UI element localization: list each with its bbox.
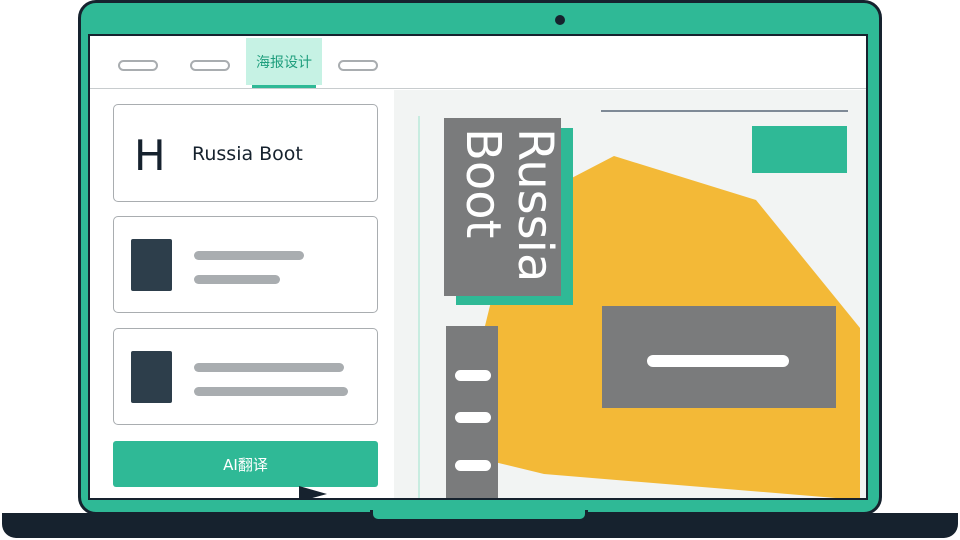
heading-icon: H <box>134 131 166 180</box>
ai-translate-button[interactable]: AI翻译 <box>113 441 378 487</box>
strip-placeholder-line <box>455 460 491 471</box>
title-text-card[interactable]: H Russia Boot <box>113 104 378 202</box>
poster-gray-block[interactable] <box>602 306 836 408</box>
poster-green-block[interactable] <box>752 126 847 173</box>
image-thumbnail <box>131 351 172 403</box>
guide-line-horizontal <box>601 110 848 112</box>
poster-title-text: Russia Boot <box>455 128 561 283</box>
image-thumbnail <box>131 239 172 291</box>
illustration: 海报设计 H Russia Boot AI翻译 Russia Boot <box>0 0 960 540</box>
text-placeholder-line <box>194 363 344 372</box>
top-toolbar: 海报设计 <box>90 36 866 89</box>
text-placeholder-line <box>194 275 280 284</box>
strip-placeholder-line <box>455 370 491 381</box>
app-window: 海报设计 H Russia Boot AI翻译 Russia Boot <box>88 34 868 500</box>
poster-canvas[interactable]: Russia Boot <box>394 90 866 498</box>
mouse-pointer-icon <box>299 486 327 498</box>
tab-placeholder-3[interactable] <box>338 60 378 71</box>
tab-placeholder-1[interactable] <box>118 60 158 71</box>
text-placeholder-line <box>194 387 348 396</box>
text-placeholder-line <box>194 251 304 260</box>
tab-poster-design[interactable]: 海报设计 <box>246 38 322 85</box>
block-placeholder-line <box>647 355 789 367</box>
tab-placeholder-2[interactable] <box>190 60 230 71</box>
camera-icon <box>555 15 565 25</box>
image-card-1[interactable] <box>113 216 378 313</box>
strip-placeholder-line <box>455 412 491 423</box>
left-panel: H Russia Boot AI翻译 <box>90 90 394 498</box>
laptop-notch <box>370 510 588 522</box>
title-text: Russia Boot <box>192 143 303 165</box>
guide-line-vertical <box>418 116 420 498</box>
poster-title-container: Russia Boot <box>444 118 561 296</box>
poster-side-strip[interactable] <box>446 326 498 498</box>
image-card-2[interactable] <box>113 328 378 425</box>
active-tab-indicator <box>252 85 316 88</box>
